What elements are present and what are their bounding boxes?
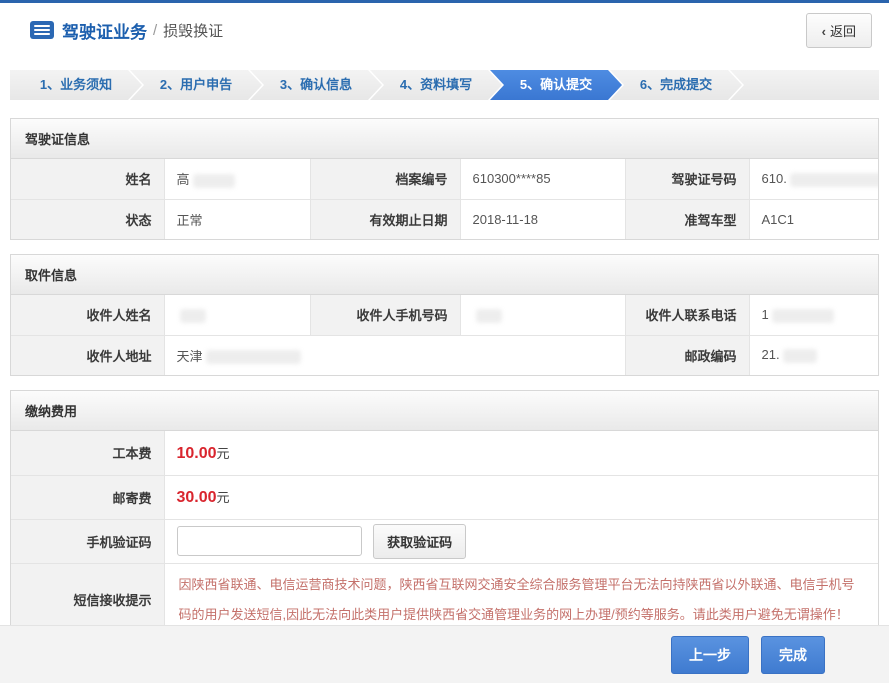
page-title: 驾驶证业务 bbox=[62, 18, 147, 43]
section-pickup-info-title: 取件信息 bbox=[11, 255, 878, 295]
step-2-user-declaration[interactable]: 2、用户申告 bbox=[130, 70, 262, 100]
postal-code-label: 邮政编码 bbox=[625, 335, 749, 375]
name-value: 高 bbox=[164, 159, 310, 199]
table-row: 工本费 10.00元 bbox=[11, 431, 878, 475]
status-label: 状态 bbox=[11, 199, 164, 239]
license-info-table: 姓名 高 档案编号 610300****85 驾驶证号码 610. 状态 正常 … bbox=[11, 159, 878, 239]
breadcrumb-current: 损毁换证 bbox=[163, 20, 223, 41]
back-button-label: 返回 bbox=[830, 24, 856, 39]
page-header: 驾驶证业务 / 损毁换证 ‹ 返回 bbox=[0, 3, 889, 57]
step-bar-filler bbox=[730, 70, 879, 100]
postage-fee-value: 30.00元 bbox=[164, 475, 878, 519]
file-number-value: 610300****85 bbox=[460, 159, 625, 199]
section-license-info-title: 驾驶证信息 bbox=[11, 119, 878, 159]
recipient-address-label: 收件人地址 bbox=[11, 335, 164, 375]
recipient-mobile-value bbox=[460, 295, 625, 335]
table-row: 收件人地址 天津 邮政编码 21. bbox=[11, 335, 878, 375]
chevron-left-icon: ‹ bbox=[822, 24, 826, 39]
table-row: 邮寄费 30.00元 bbox=[11, 475, 878, 519]
table-row: 状态 正常 有效期止日期 2018-11-18 准驾车型 A1C1 bbox=[11, 199, 878, 239]
recipient-phone-value: 1 bbox=[749, 295, 878, 335]
recipient-name-label: 收件人姓名 bbox=[11, 295, 164, 335]
postage-fee-amount: 30.00 bbox=[177, 489, 217, 506]
vehicle-class-value: A1C1 bbox=[749, 199, 878, 239]
valid-until-label: 有效期止日期 bbox=[310, 199, 460, 239]
sms-code-label: 手机验证码 bbox=[11, 519, 164, 563]
file-number-label: 档案编号 bbox=[310, 159, 460, 199]
recipient-address-value: 天津 bbox=[164, 335, 625, 375]
table-row: 手机验证码 获取验证码 bbox=[11, 519, 878, 563]
pickup-info-table: 收件人姓名 收件人手机号码 收件人联系电话 1 收件人地址 天津 邮政编码 21… bbox=[11, 295, 878, 375]
previous-step-button[interactable]: 上一步 bbox=[671, 636, 749, 674]
recipient-phone-label: 收件人联系电话 bbox=[625, 295, 749, 335]
production-fee-label: 工本费 bbox=[11, 431, 164, 475]
step-1-business-notice[interactable]: 1、业务须知 bbox=[10, 70, 142, 100]
recipient-mobile-label: 收件人手机号码 bbox=[310, 295, 460, 335]
valid-until-value: 2018-11-18 bbox=[460, 199, 625, 239]
name-label: 姓名 bbox=[11, 159, 164, 199]
production-fee-amount: 10.00 bbox=[177, 445, 217, 462]
step-4-fill-data[interactable]: 4、资料填写 bbox=[370, 70, 502, 100]
step-progress-bar: 1、业务须知 2、用户申告 3、确认信息 4、资料填写 5、确认提交 6、完成提… bbox=[10, 70, 879, 100]
redaction-blur bbox=[772, 309, 834, 323]
production-fee-unit: 元 bbox=[217, 446, 230, 461]
finish-button[interactable]: 完成 bbox=[761, 636, 825, 674]
license-service-icon bbox=[30, 21, 54, 39]
sms-code-input[interactable] bbox=[177, 526, 362, 556]
table-row: 收件人姓名 收件人手机号码 收件人联系电话 1 bbox=[11, 295, 878, 335]
breadcrumb-separator: / bbox=[153, 22, 157, 39]
step-5-confirm-submit[interactable]: 5、确认提交 bbox=[490, 70, 622, 100]
production-fee-value: 10.00元 bbox=[164, 431, 878, 475]
redaction-blur bbox=[790, 173, 878, 187]
redaction-blur bbox=[193, 174, 235, 188]
sms-code-cell: 获取验证码 bbox=[164, 519, 878, 563]
section-pickup-info: 取件信息 收件人姓名 收件人手机号码 收件人联系电话 1 收件人地址 天津 邮政… bbox=[10, 254, 879, 376]
license-number-value: 610. bbox=[749, 159, 878, 199]
get-sms-code-button[interactable]: 获取验证码 bbox=[373, 524, 466, 559]
section-fees: 缴纳费用 工本费 10.00元 邮寄费 30.00元 手机验证码 获取验证码 短… bbox=[10, 390, 879, 637]
recipient-name-value bbox=[164, 295, 310, 335]
redaction-blur bbox=[783, 349, 817, 363]
step-6-complete-submit[interactable]: 6、完成提交 bbox=[610, 70, 742, 100]
postage-fee-unit: 元 bbox=[217, 490, 230, 505]
step-3-confirm-info[interactable]: 3、确认信息 bbox=[250, 70, 382, 100]
vehicle-class-label: 准驾车型 bbox=[625, 199, 749, 239]
section-license-info: 驾驶证信息 姓名 高 档案编号 610300****85 驾驶证号码 610. … bbox=[10, 118, 879, 240]
redaction-blur bbox=[206, 350, 301, 364]
postal-code-value: 21. bbox=[749, 335, 878, 375]
status-value: 正常 bbox=[164, 199, 310, 239]
section-fees-title: 缴纳费用 bbox=[11, 391, 878, 431]
postage-fee-label: 邮寄费 bbox=[11, 475, 164, 519]
back-button[interactable]: ‹ 返回 bbox=[806, 13, 872, 48]
footer-action-bar: 上一步 完成 bbox=[0, 625, 889, 683]
license-number-label: 驾驶证号码 bbox=[625, 159, 749, 199]
redaction-blur bbox=[476, 309, 502, 323]
fees-table: 工本费 10.00元 邮寄费 30.00元 手机验证码 获取验证码 短信接收提示… bbox=[11, 431, 878, 636]
redaction-blur bbox=[180, 309, 206, 323]
table-row: 姓名 高 档案编号 610300****85 驾驶证号码 610. bbox=[11, 159, 878, 199]
